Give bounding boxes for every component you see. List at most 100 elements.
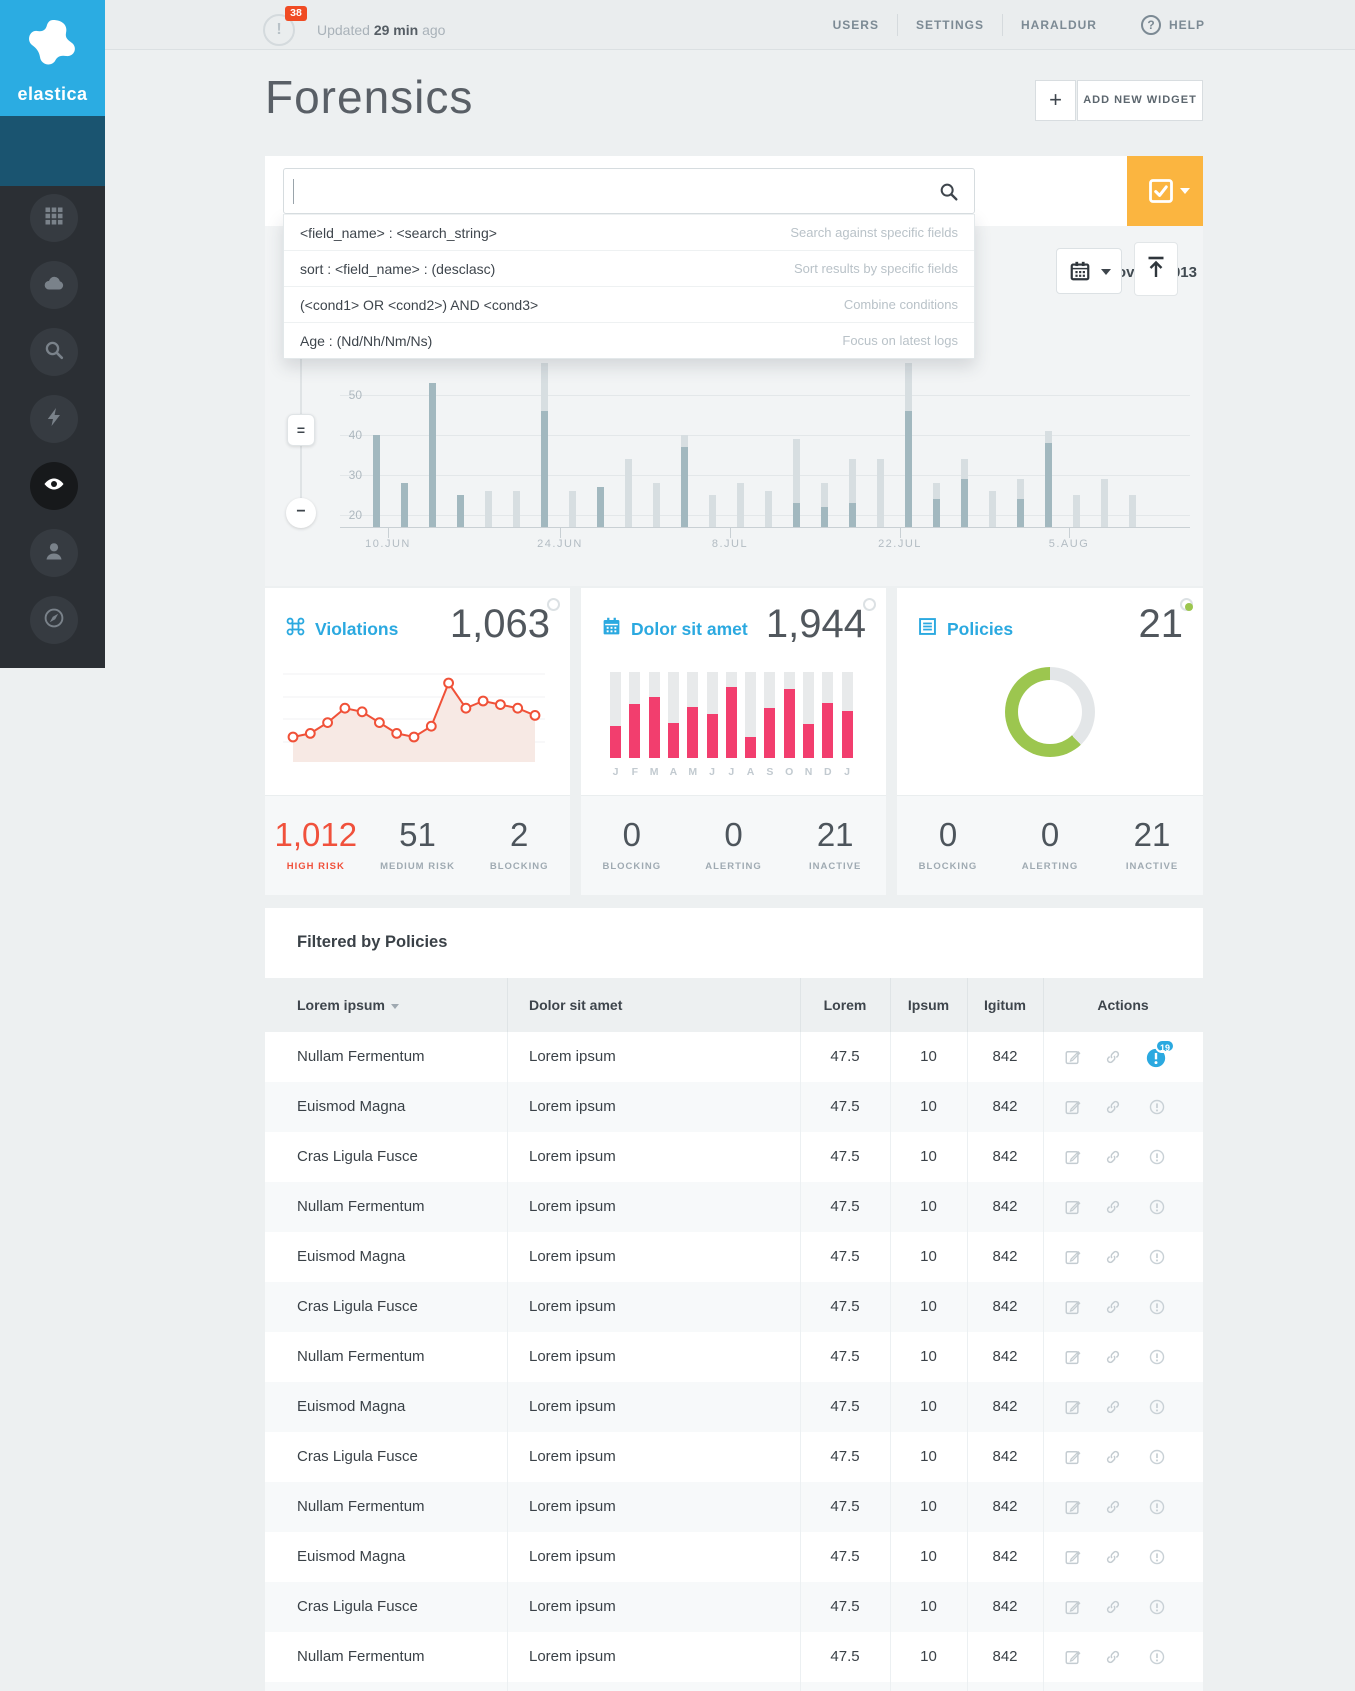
bar-value bbox=[610, 726, 621, 758]
launcher-section bbox=[0, 116, 105, 186]
topbar-link-users[interactable]: USERS bbox=[815, 18, 897, 32]
edit-action-icon[interactable] bbox=[1064, 1398, 1082, 1416]
help-link[interactable]: ?HELP bbox=[1141, 15, 1205, 35]
cell-ipsum: 10 bbox=[890, 1582, 967, 1632]
zoom-out-button[interactable]: − bbox=[286, 498, 316, 528]
link-action-icon[interactable] bbox=[1104, 1098, 1122, 1116]
column-divider bbox=[890, 1682, 891, 1691]
column-divider bbox=[890, 1482, 891, 1532]
notification-count-badge: 38 bbox=[285, 6, 307, 21]
zoom-slider-handle[interactable]: = bbox=[287, 414, 315, 446]
link-action-icon[interactable] bbox=[1104, 1348, 1122, 1366]
search-suggestion[interactable]: sort : <field_name> : (desclasc)Sort res… bbox=[284, 250, 974, 286]
column-divider bbox=[507, 1432, 508, 1482]
info-action-icon[interactable] bbox=[1148, 1298, 1166, 1316]
calendar-picker-button[interactable] bbox=[1056, 248, 1122, 294]
link-action-icon[interactable] bbox=[1104, 1448, 1122, 1466]
edit-action-icon[interactable] bbox=[1064, 1198, 1082, 1216]
info-action-icon[interactable] bbox=[1148, 1598, 1166, 1616]
column-divider bbox=[967, 1232, 968, 1282]
edit-action-icon[interactable] bbox=[1064, 1048, 1082, 1066]
topbar-link-haraldur[interactable]: HARALDUR bbox=[1003, 18, 1115, 32]
column-header: Ipsum bbox=[890, 978, 967, 1032]
edit-action-icon[interactable] bbox=[1064, 1248, 1082, 1266]
info-action-icon[interactable] bbox=[1148, 1148, 1166, 1166]
sidebar-nav bbox=[0, 186, 105, 668]
link-action-icon[interactable] bbox=[1104, 1198, 1122, 1216]
sidebar-item-eye[interactable] bbox=[30, 462, 78, 510]
column-divider bbox=[800, 1132, 801, 1182]
sidebar-item-lightning[interactable] bbox=[30, 395, 78, 443]
sidebar-item-search[interactable] bbox=[30, 328, 78, 376]
cell-ipsum: 10 bbox=[890, 1182, 967, 1232]
edit-action-icon[interactable] bbox=[1064, 1098, 1082, 1116]
link-action-icon[interactable] bbox=[1104, 1398, 1122, 1416]
export-button[interactable] bbox=[1134, 242, 1178, 296]
cell-ipsum: 10 bbox=[890, 1282, 967, 1332]
link-action-icon[interactable] bbox=[1104, 1048, 1122, 1066]
link-action-icon[interactable] bbox=[1104, 1648, 1122, 1666]
edit-action-icon[interactable] bbox=[1064, 1148, 1082, 1166]
search-suggestion[interactable]: <field_name> : <search_string>Search aga… bbox=[284, 214, 974, 250]
column-header-sortable[interactable]: Lorem ipsum bbox=[297, 978, 399, 1032]
sidebar-item-compass[interactable] bbox=[30, 596, 78, 644]
link-action-icon[interactable] bbox=[1104, 1498, 1122, 1516]
edit-action-icon[interactable] bbox=[1064, 1648, 1082, 1666]
y-axis-label: 40 bbox=[322, 428, 362, 442]
info-action-icon[interactable] bbox=[1148, 1648, 1166, 1666]
column-divider bbox=[800, 1282, 801, 1332]
filtered-panel: Filtered by Policies bbox=[265, 908, 1203, 978]
chevron-down-icon bbox=[1180, 188, 1190, 194]
edit-action-icon[interactable] bbox=[1064, 1348, 1082, 1366]
info-action-icon[interactable] bbox=[1148, 1548, 1166, 1566]
x-axis-tick bbox=[730, 527, 731, 538]
search-suggestion[interactable]: (<cond1> OR <cond2>) AND <cond3>Combine … bbox=[284, 286, 974, 322]
cell-desc: Lorem ipsum bbox=[529, 1282, 616, 1332]
sidebar-item-user[interactable] bbox=[30, 529, 78, 577]
column-divider bbox=[800, 1232, 801, 1282]
edit-action-icon[interactable] bbox=[1064, 1598, 1082, 1616]
cell-igitum: 842 bbox=[967, 1332, 1043, 1382]
brand-logo-block[interactable]: elastica bbox=[0, 0, 105, 116]
cell-name: Euismod Magna bbox=[297, 1382, 405, 1432]
stat-inactive: 21INACTIVE bbox=[1101, 796, 1203, 895]
bar-label: O bbox=[780, 766, 799, 778]
column-divider bbox=[1043, 1482, 1044, 1532]
sidebar-item-cloud[interactable] bbox=[30, 261, 78, 309]
edit-action-icon[interactable] bbox=[1064, 1548, 1082, 1566]
info-action-icon[interactable] bbox=[1148, 1498, 1166, 1516]
topbar-link-settings[interactable]: SETTINGS bbox=[898, 18, 1002, 32]
link-action-icon[interactable] bbox=[1104, 1248, 1122, 1266]
add-widget-button[interactable]: ADD NEW WIDGET bbox=[1077, 80, 1203, 121]
bulk-select-button[interactable] bbox=[1127, 156, 1203, 226]
cell-desc: Lorem ipsum bbox=[529, 1682, 616, 1691]
info-action-icon[interactable] bbox=[1148, 1448, 1166, 1466]
add-widget-plus-button[interactable]: + bbox=[1035, 80, 1076, 121]
info-action-icon[interactable] bbox=[1148, 1348, 1166, 1366]
edit-action-icon[interactable] bbox=[1064, 1298, 1082, 1316]
link-action-icon[interactable] bbox=[1104, 1598, 1122, 1616]
upload-icon bbox=[1144, 254, 1168, 285]
cell-name: Cras Ligula Fusce bbox=[297, 1582, 418, 1632]
column-divider bbox=[967, 1532, 968, 1582]
bar-highlight bbox=[793, 503, 800, 527]
search-suggestion[interactable]: Age : (Nd/Nh/Nm/Ns)Focus on latest logs bbox=[284, 322, 974, 358]
cell-name: Euismod Magna bbox=[297, 1532, 405, 1582]
info-action-icon[interactable] bbox=[1148, 1098, 1166, 1116]
column-divider bbox=[507, 1382, 508, 1432]
info-action-icon[interactable] bbox=[1148, 1248, 1166, 1266]
bar-total bbox=[1129, 495, 1136, 527]
info-action-icon[interactable] bbox=[1148, 1398, 1166, 1416]
alert-action-icon[interactable]: 19 bbox=[1145, 1047, 1167, 1069]
edit-action-icon[interactable] bbox=[1064, 1448, 1082, 1466]
search-input[interactable] bbox=[283, 168, 975, 214]
edit-action-icon[interactable] bbox=[1064, 1498, 1082, 1516]
link-action-icon[interactable] bbox=[1104, 1298, 1122, 1316]
bar-label: A bbox=[664, 766, 683, 778]
info-action-icon[interactable] bbox=[1148, 1198, 1166, 1216]
sidebar-item-grid[interactable] bbox=[30, 194, 78, 242]
link-action-icon[interactable] bbox=[1104, 1548, 1122, 1566]
brand-name: elastica bbox=[0, 84, 105, 105]
search-icon[interactable] bbox=[938, 181, 960, 208]
link-action-icon[interactable] bbox=[1104, 1148, 1122, 1166]
